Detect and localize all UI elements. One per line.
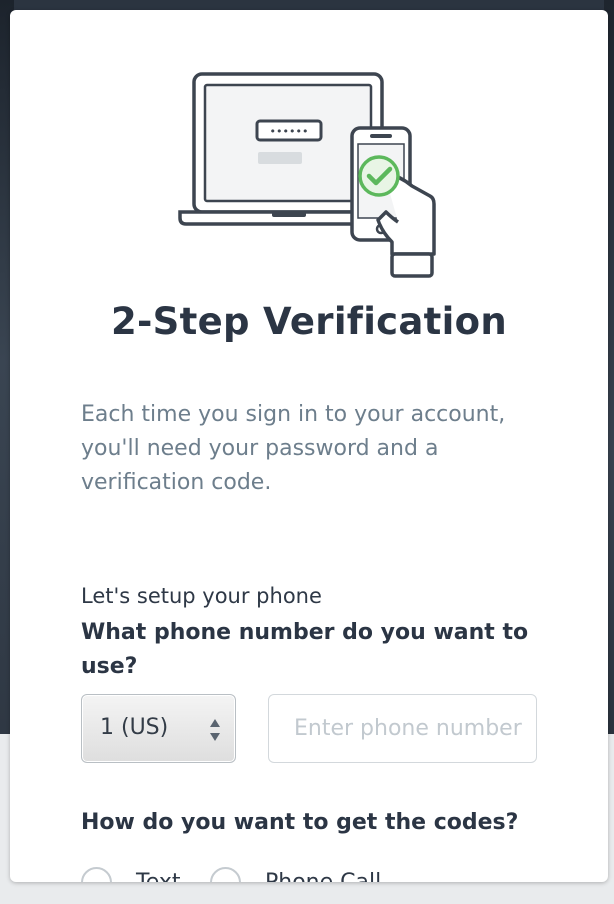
phone-number-input[interactable] (268, 694, 537, 763)
radio-text-label: Text (136, 869, 181, 883)
country-code-select[interactable]: 1 (US) (81, 694, 236, 763)
select-arrows-icon (210, 719, 220, 741)
delivery-method-question: How do you want to get the codes? (81, 810, 519, 835)
radio-phone-call-circle[interactable] (210, 866, 241, 882)
checkmark-icon (358, 155, 400, 197)
phone-in-hand-icon (350, 126, 436, 278)
setup-phone-label: Let's setup your phone (81, 584, 322, 608)
verification-dialog: •••••• 2-Step Verification Each time you… (10, 10, 608, 882)
password-mask-text: •••••• (270, 125, 309, 138)
two-step-illustration: •••••• (178, 72, 436, 278)
page-title: 2-Step Verification (110, 300, 508, 343)
radio-phone-call[interactable]: Phone Call (210, 864, 381, 882)
radio-text-circle[interactable] (81, 866, 112, 882)
country-code-value: 1 (US) (100, 715, 169, 740)
phone-number-question: What phone number do you want to use? (81, 620, 529, 679)
radio-text[interactable]: Text (81, 864, 181, 882)
description-text: Each time you sign in to your account, y… (81, 402, 506, 495)
radio-phone-call-label: Phone Call (265, 869, 382, 883)
